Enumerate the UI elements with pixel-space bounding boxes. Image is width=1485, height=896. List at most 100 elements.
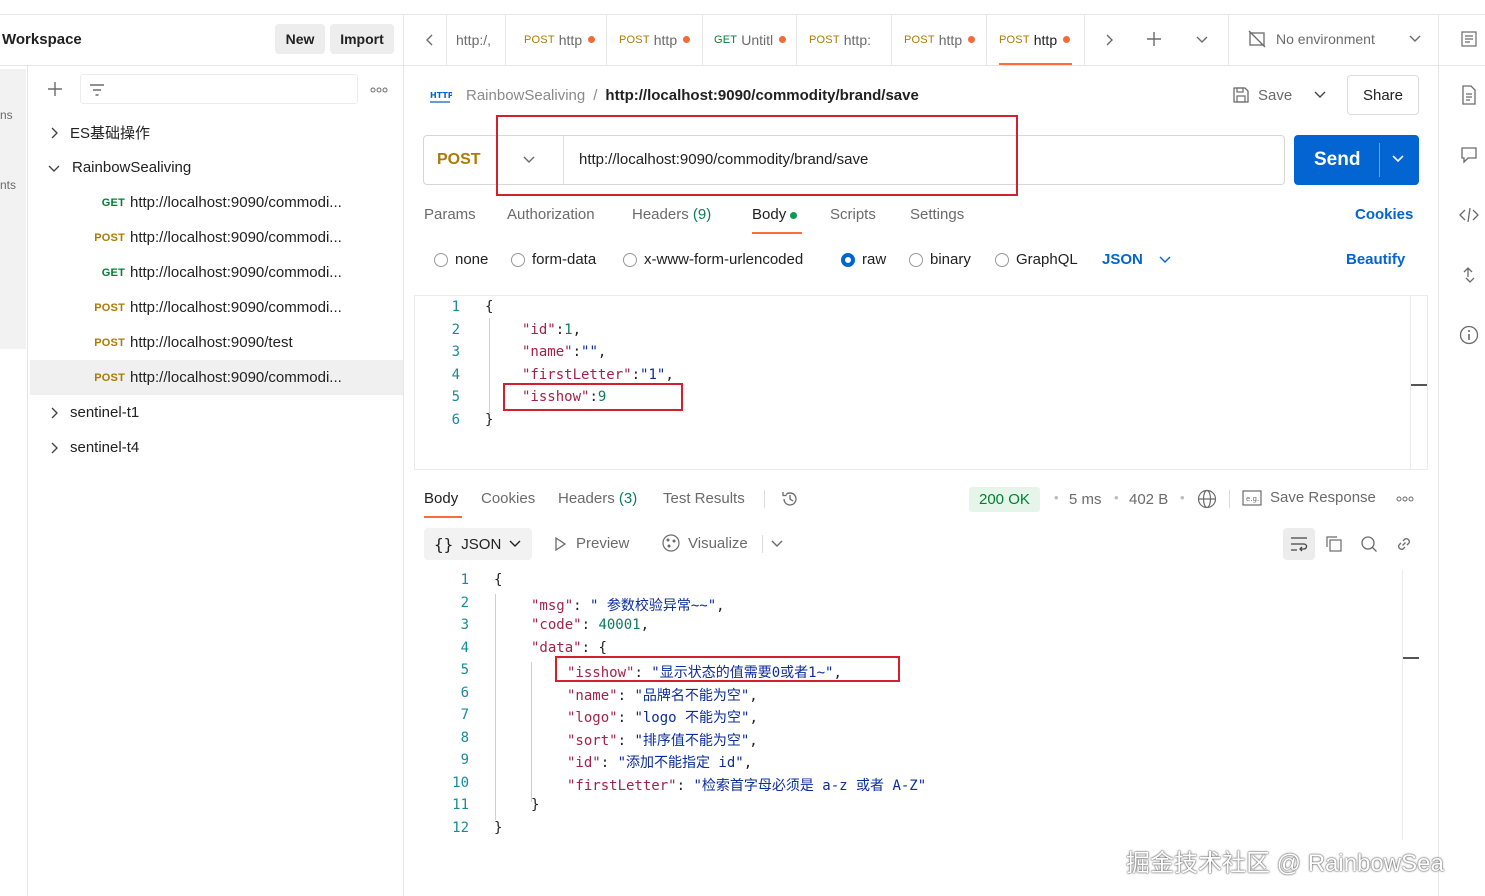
- tab-label: http: [653, 31, 678, 48]
- breadcrumb-collection[interactable]: RainbowSealiving: [466, 87, 585, 104]
- http-icon-text: HTTP: [430, 91, 452, 100]
- import-button[interactable]: Import: [330, 24, 394, 54]
- breadcrumb: RainbowSealiving / http://localhost:9090…: [466, 87, 919, 104]
- visualize-icon: [661, 533, 681, 553]
- save-options-chevron-icon[interactable]: [1310, 85, 1330, 105]
- request-item[interactable]: GET http://localhost:9090/commodi...: [30, 255, 403, 290]
- request-tab[interactable]: GET Untitl: [714, 14, 787, 65]
- radio-none[interactable]: none: [434, 251, 488, 268]
- radio-form-data[interactable]: form-data: [511, 251, 596, 268]
- beautify-link[interactable]: Beautify: [1346, 251, 1405, 268]
- method-badge: POST: [904, 33, 935, 46]
- tabs-scroll-left-icon[interactable]: [420, 30, 440, 50]
- code-icon[interactable]: [1455, 201, 1483, 229]
- api-spec-icon[interactable]: [1455, 25, 1483, 53]
- documentation-icon[interactable]: [1455, 81, 1483, 109]
- url-highlight-box: [496, 115, 1018, 196]
- info-icon[interactable]: [1455, 321, 1483, 349]
- line-number: 3: [460, 617, 469, 633]
- request-tab[interactable]: POST http: [619, 14, 691, 65]
- request-item-selected[interactable]: POST http://localhost:9090/commodi...: [30, 360, 403, 395]
- visualize-button[interactable]: Visualize: [661, 533, 748, 553]
- tabs-dropdown-icon[interactable]: [1192, 30, 1212, 50]
- breadcrumb-request[interactable]: http://localhost:9090/commodity/brand/sa…: [605, 87, 918, 104]
- radio-label: raw: [862, 251, 887, 268]
- nav-label-fragment[interactable]: ns: [0, 108, 13, 122]
- tab-params[interactable]: Params: [424, 206, 476, 223]
- braces-icon: {}: [434, 534, 454, 554]
- collection-es[interactable]: ES基础操作: [30, 115, 403, 150]
- response-active-tab-underline: [424, 516, 462, 518]
- code-line: "msg": " 参数校验异常~~",: [531, 598, 725, 614]
- no-environment-icon: [1248, 30, 1266, 48]
- method-badge: GET: [714, 33, 738, 46]
- nav-label-fragment[interactable]: nts: [0, 178, 16, 192]
- raw-format-select[interactable]: JSON: [1102, 251, 1171, 268]
- editor-scroll-marker: [1411, 384, 1427, 386]
- request-tab[interactable]: POST http: [524, 14, 596, 65]
- collection-sentinel-t1[interactable]: sentinel-t1: [30, 395, 403, 430]
- tab-headers[interactable]: Headers (9): [632, 206, 711, 223]
- tab-settings[interactable]: Settings: [910, 206, 964, 223]
- copy-icon[interactable]: [1322, 532, 1346, 556]
- request-tab-active[interactable]: POST http: [999, 14, 1071, 65]
- tab-authorization[interactable]: Authorization: [507, 206, 595, 223]
- radio-binary[interactable]: binary: [909, 251, 971, 268]
- request-tab[interactable]: POST http: [904, 14, 976, 65]
- unsaved-dot: [1063, 36, 1071, 43]
- radio-urlencoded[interactable]: x-www-form-urlencoded: [623, 251, 803, 268]
- request-tab[interactable]: http:/,: [456, 14, 491, 65]
- radio-raw[interactable]: raw: [841, 251, 886, 268]
- chevron-right-icon: [50, 407, 58, 419]
- cookies-link[interactable]: Cookies: [1355, 206, 1413, 223]
- collection-rainbowsealiving[interactable]: RainbowSealiving: [30, 150, 403, 185]
- request-url: http://localhost:9090/commodi...: [130, 369, 342, 386]
- related-requests-icon[interactable]: [1455, 261, 1483, 289]
- request-item[interactable]: POST http://localhost:9090/commodi...: [30, 290, 403, 325]
- tab-scripts[interactable]: Scripts: [830, 206, 876, 223]
- preview-button[interactable]: Preview: [554, 535, 629, 552]
- response-tab-headers[interactable]: Headers (3): [558, 490, 637, 507]
- new-tab-icon[interactable]: [1143, 28, 1165, 50]
- response-size[interactable]: 402 B: [1129, 491, 1168, 508]
- response-format-select[interactable]: {} JSON: [424, 528, 532, 560]
- radio-graphql[interactable]: GraphQL: [995, 251, 1078, 268]
- response-tab-body[interactable]: Body: [424, 490, 458, 507]
- line-number: 4: [451, 367, 460, 383]
- tabs-scroll-right-icon[interactable]: [1099, 30, 1119, 50]
- save-button[interactable]: Save: [1232, 80, 1292, 110]
- search-icon[interactable]: [1357, 532, 1381, 556]
- status-badge[interactable]: 200 OK: [969, 487, 1040, 512]
- workspace-title[interactable]: Workspace: [2, 31, 82, 48]
- environment-selector[interactable]: No environment: [1240, 24, 1430, 54]
- chevron-down-icon[interactable]: [767, 534, 787, 554]
- tab-body[interactable]: Body: [752, 206, 798, 223]
- link-icon[interactable]: [1392, 532, 1416, 556]
- request-tab[interactable]: POST http:: [809, 14, 871, 65]
- new-button[interactable]: New: [275, 24, 325, 54]
- filter-field[interactable]: [80, 74, 358, 104]
- request-item[interactable]: GET http://localhost:9090/commodi...: [30, 185, 403, 220]
- share-button[interactable]: Share: [1347, 75, 1419, 115]
- network-globe-icon[interactable]: [1196, 488, 1218, 510]
- history-icon[interactable]: [779, 488, 801, 510]
- more-options-icon[interactable]: [368, 80, 390, 100]
- send-button[interactable]: Send: [1294, 135, 1419, 185]
- add-collection-icon[interactable]: [44, 78, 66, 100]
- request-item[interactable]: POST http://localhost:9090/commodi...: [30, 220, 403, 255]
- response-headers-label: Headers: [558, 490, 615, 507]
- response-more-icon[interactable]: [1394, 490, 1416, 508]
- response-time[interactable]: 5 ms: [1069, 491, 1102, 508]
- isshow-response-highlight-box: [555, 656, 900, 682]
- collection-sentinel-t4[interactable]: sentinel-t4: [30, 430, 403, 465]
- response-tab-test-results[interactable]: Test Results: [663, 490, 745, 507]
- tab-label: http: [1033, 31, 1058, 48]
- play-icon: [554, 536, 566, 551]
- chevron-down-icon: [1409, 35, 1421, 43]
- comments-icon[interactable]: [1455, 141, 1483, 169]
- response-tab-cookies[interactable]: Cookies: [481, 490, 535, 507]
- request-item[interactable]: POST http://localhost:9090/test: [30, 325, 403, 360]
- chevron-down-icon[interactable]: [1392, 155, 1404, 163]
- wrap-lines-icon[interactable]: [1283, 528, 1315, 560]
- save-response-button[interactable]: e.g. Save Response: [1242, 489, 1376, 506]
